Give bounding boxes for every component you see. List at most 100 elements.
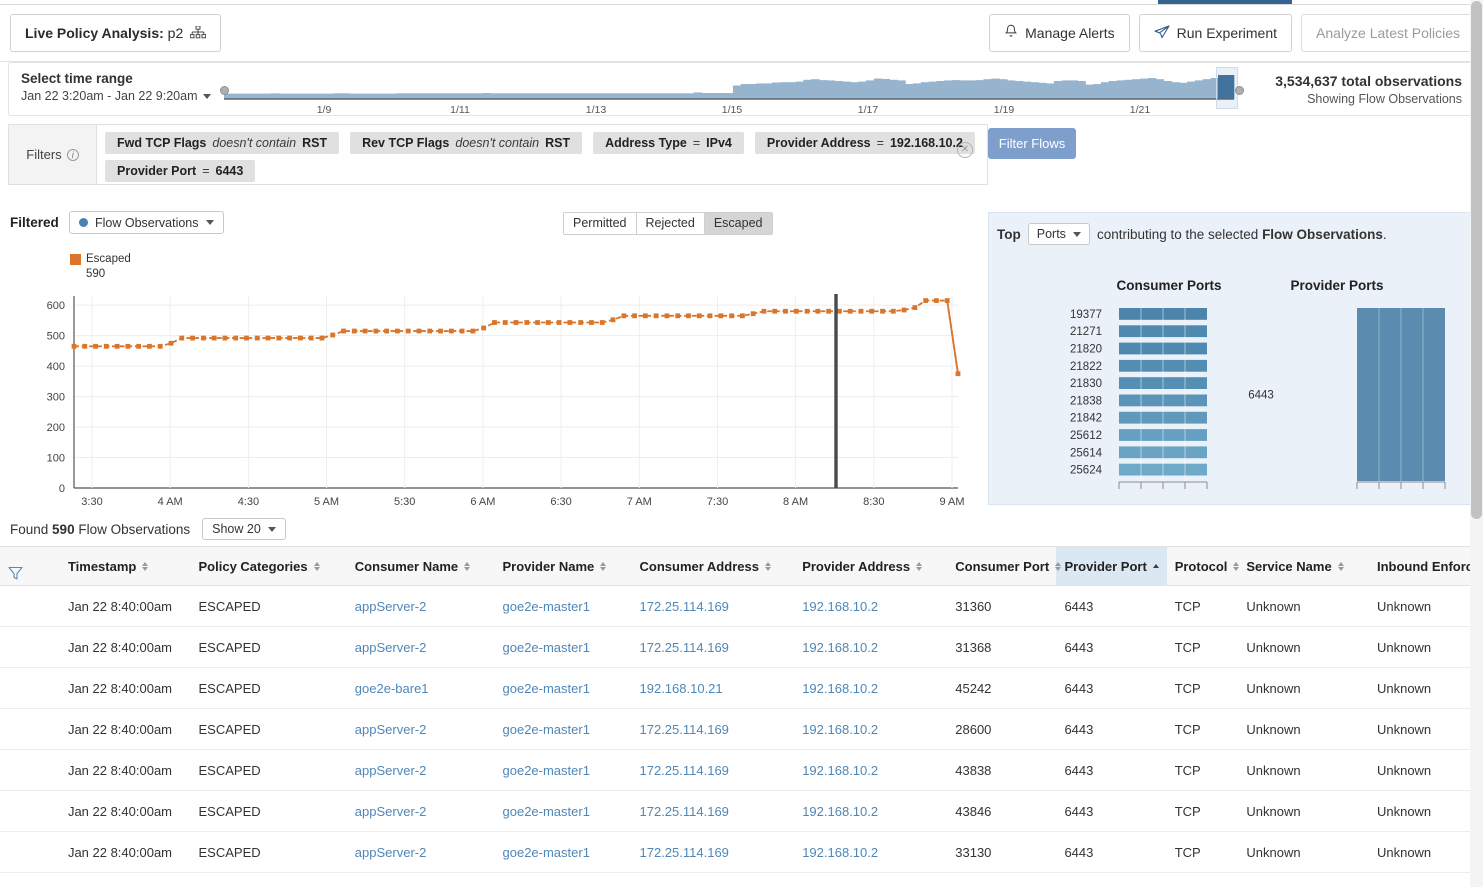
sort-both-icon[interactable]: [142, 561, 149, 571]
table-row[interactable]: Jan 22 8:40:00am ESCAPED appServer-2 goe2e-…: [0, 585, 1483, 627]
column-header-consumer-address[interactable]: Consumer Address: [631, 546, 795, 586]
page-size-label: Show 20: [212, 522, 261, 536]
table-row[interactable]: Jan 22 8:40:00am ESCAPED appServer-2 goe2e-…: [0, 831, 1483, 873]
cell-consumer-address[interactable]: 172.25.114.169: [631, 626, 795, 668]
sort-both-icon[interactable]: [600, 561, 607, 571]
segment-permitted[interactable]: Permitted: [564, 213, 637, 234]
table-row[interactable]: Jan 22 8:40:00am ESCAPED appServer-2 goe2e-…: [0, 790, 1483, 832]
cell-consumer-address[interactable]: 172.25.114.169: [631, 790, 795, 832]
cell-provider-address[interactable]: 192.168.10.2: [794, 831, 948, 873]
column-header-cell: Provider Port: [1064, 558, 1159, 574]
cell-provider-address[interactable]: 192.168.10.2: [794, 626, 948, 668]
cell-consumer-name[interactable]: goe2e-bare1: [346, 667, 495, 709]
cell-consumer-address[interactable]: 172.25.114.169: [631, 831, 795, 873]
column-header-consumer-port[interactable]: Consumer Port: [947, 546, 1062, 586]
cell-provider-address[interactable]: 192.168.10.2: [794, 708, 948, 750]
column-header-timestamp[interactable]: Timestamp: [59, 546, 191, 586]
filter-chip[interactable]: Address Type = IPv4: [593, 132, 744, 154]
cell-consumer-address[interactable]: 192.168.10.21: [631, 667, 795, 709]
table-row[interactable]: Jan 22 8:40:00am ESCAPED appServer-2 goe2e-…: [0, 626, 1483, 668]
cell-consumer-name[interactable]: appServer-2: [346, 790, 495, 832]
time-range-selector[interactable]: Select time range Jan 22 3:20am - Jan 22…: [21, 71, 211, 103]
column-header-inbound-enforceme[interactable]: Inbound Enforceme: [1368, 546, 1483, 586]
column-header-provider-address[interactable]: Provider Address: [794, 546, 948, 586]
sort-both-icon[interactable]: [1233, 561, 1240, 571]
cell-consumer-address[interactable]: 172.25.114.169: [631, 749, 795, 791]
cell-provider-address[interactable]: 192.168.10.2: [794, 585, 948, 627]
page-size-dropdown[interactable]: Show 20: [202, 518, 286, 540]
filter-flows-button[interactable]: Filter Flows: [988, 128, 1076, 159]
cell-protocol: TCP: [1166, 749, 1239, 791]
cell-consumer-port: 33130: [947, 831, 1057, 873]
manage-alerts-button[interactable]: Manage Alerts: [989, 14, 1130, 52]
filtered-label: Filtered: [10, 215, 59, 230]
table-row[interactable]: Jan 22 8:40:00am ESCAPED appServer-2 goe2e-…: [0, 749, 1483, 791]
category-segmented-control: Permitted Rejected Escaped: [563, 212, 773, 235]
segment-rejected[interactable]: Rejected: [636, 213, 705, 234]
info-icon[interactable]: i: [66, 148, 79, 161]
column-header-consumer-name[interactable]: Consumer Name: [346, 546, 495, 586]
scrollbar-thumb[interactable]: [1471, 1, 1482, 519]
observations-dropdown[interactable]: Flow Observations: [69, 211, 224, 234]
escaped-timeseries-chart[interactable]: Escaped 590 0 100 200 300 400 500 600 3:30 4 AM 4…: [8, 250, 970, 505]
vertical-scrollbar[interactable]: [1470, 0, 1483, 887]
clear-filters-icon[interactable]: ✕: [957, 142, 973, 158]
cell-provider-name[interactable]: goe2e-master1: [494, 667, 632, 709]
top-ports-dropdown[interactable]: Ports: [1027, 223, 1090, 245]
legend-label-escaped: Escaped: [86, 253, 131, 265]
filter-chip[interactable]: Provider Address = 192.168.10.2: [754, 132, 975, 154]
column-header-label: Provider Port: [1064, 558, 1147, 574]
cell-provider-name[interactable]: goe2e-master1: [494, 749, 632, 791]
column-header-protocol[interactable]: Protocol: [1166, 546, 1240, 586]
cell-provider-address[interactable]: 192.168.10.2: [794, 749, 948, 791]
cell-policy: ESCAPED: [190, 708, 347, 750]
column-header-label: Provider Name: [502, 558, 595, 574]
table-row[interactable]: Jan 22 8:40:00am ESCAPED appServer-2 goe2e-…: [0, 708, 1483, 750]
column-header-provider-port[interactable]: Provider Port: [1056, 546, 1167, 586]
chevron-down-icon: [202, 93, 211, 99]
cell-consumer-name[interactable]: appServer-2: [346, 831, 495, 873]
filter-chip[interactable]: Fwd TCP Flags doesn't contain RST: [105, 132, 340, 154]
filter-chip[interactable]: Provider Port = 6443: [105, 160, 256, 182]
column-header-service-name[interactable]: Service Name: [1238, 546, 1369, 586]
cell-provider-name[interactable]: goe2e-master1: [494, 831, 632, 873]
cell-consumer-address[interactable]: 172.25.114.169: [631, 708, 795, 750]
timeline-brush[interactable]: 1/9 1/11 1/13 1/15 1/17 1/19 1/21: [214, 63, 1244, 117]
funnel-icon[interactable]: [8, 566, 52, 581]
cell-consumer-name[interactable]: appServer-2: [346, 585, 495, 627]
column-header-policy-categories[interactable]: Policy Categories: [190, 546, 347, 586]
sort-both-icon[interactable]: [764, 561, 771, 571]
cell-consumer-name[interactable]: appServer-2: [346, 708, 495, 750]
run-experiment-button[interactable]: Run Experiment: [1138, 14, 1293, 52]
sort-both-icon[interactable]: [916, 561, 923, 571]
cell-consumer-name[interactable]: appServer-2: [346, 626, 495, 668]
cell-provider-address[interactable]: 192.168.10.2: [794, 790, 948, 832]
cell-protocol: TCP: [1166, 708, 1239, 750]
sort-both-icon[interactable]: [464, 561, 471, 571]
sort-asc-icon[interactable]: [1152, 564, 1159, 568]
cell-provider-name[interactable]: goe2e-master1: [494, 626, 632, 668]
column-header-cell: Inbound Enforceme: [1377, 559, 1483, 574]
analyze-latest-policies-button[interactable]: Analyze Latest Policies: [1301, 14, 1475, 52]
table-row[interactable]: Jan 22 8:40:00am ESCAPED goe2e-bare1 goe2e-…: [0, 667, 1483, 709]
cell-consumer-name[interactable]: appServer-2: [346, 749, 495, 791]
active-tab-indicator[interactable]: [1158, 0, 1292, 4]
sort-both-icon[interactable]: [1055, 561, 1062, 571]
cell-provider-name[interactable]: goe2e-master1: [494, 585, 632, 627]
filter-chip[interactable]: Rev TCP Flags doesn't contain RST: [350, 132, 583, 154]
segment-escaped[interactable]: Escaped: [704, 213, 772, 234]
cell-provider-name[interactable]: goe2e-master1: [494, 708, 632, 750]
column-header-provider-name[interactable]: Provider Name: [494, 546, 632, 586]
svg-text:1/11: 1/11: [450, 104, 470, 116]
cell-provider-name[interactable]: goe2e-master1: [494, 790, 632, 832]
page-title[interactable]: Live Policy Analysis: p2: [10, 14, 222, 52]
cell-consumer-address[interactable]: 172.25.114.169: [631, 585, 795, 627]
sort-both-icon[interactable]: [313, 561, 320, 571]
brush-handle-right[interactable]: [1235, 86, 1244, 95]
cell-provider-address[interactable]: 192.168.10.2: [794, 667, 948, 709]
sort-both-icon[interactable]: [1337, 561, 1344, 571]
cell-timestamp: Jan 22 8:40:00am: [59, 749, 191, 791]
cell-timestamp: Jan 22 8:40:00am: [59, 790, 191, 832]
brush-handle-left[interactable]: [220, 86, 229, 95]
svg-text:4:30: 4:30: [238, 496, 259, 505]
